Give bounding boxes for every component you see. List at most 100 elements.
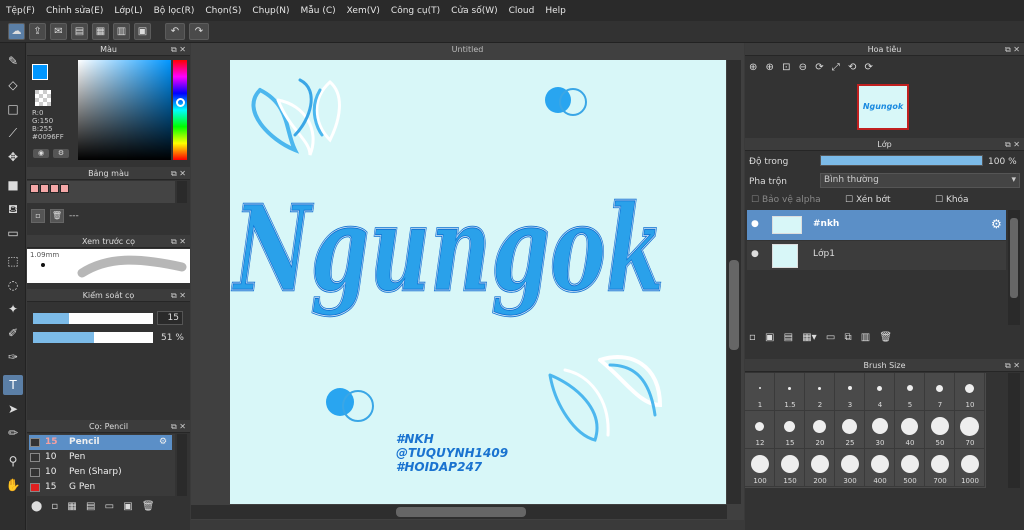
note-icon[interactable]: ▤ [71,23,88,40]
lock-checkbox[interactable]: ☐ Khóa [935,195,969,205]
brush-size-cell[interactable]: 400 [865,449,895,487]
cloud-icon[interactable]: ☁ [8,23,25,40]
select-tool-icon[interactable]: ⬚ [3,251,23,271]
brush-item-g-pen[interactable]: 15 G Pen [29,480,172,495]
blend-mode-select[interactable]: Bình thường ▾ [820,173,1020,188]
layer-opacity-slider[interactable] [820,155,983,166]
eye-icon[interactable]: ● [751,219,759,229]
operation-tool-icon[interactable]: ➤ [3,399,23,419]
select-pen-icon[interactable]: ✐ [3,323,23,343]
menu-file[interactable]: Tệp(F) [6,6,35,16]
palette-swatch[interactable] [30,184,39,193]
gradient-tool-icon[interactable]: ▭ [3,223,23,243]
brush-size-cell[interactable]: 5 [895,373,925,411]
brush-size-cell[interactable]: 1000 [955,449,985,487]
h-scroll-thumb[interactable] [396,507,526,517]
menu-cloud[interactable]: Cloud [509,6,535,16]
menu-capture[interactable]: Chụp(N) [252,6,289,16]
brush-size-cell[interactable]: 150 [775,449,805,487]
layer-scrollbar[interactable] [1008,210,1020,325]
palette-scrollbar[interactable] [177,181,187,203]
panel-close-icon[interactable]: ⧉ ✕ [1005,359,1020,372]
menu-edit[interactable]: Chỉnh sửa(E) [46,6,103,16]
brush-list-scrollbar[interactable] [177,434,187,496]
brush-size-cell[interactable]: 50 [925,411,955,449]
magic-wand-icon[interactable]: ✦ [3,299,23,319]
palette-swatch[interactable] [50,184,59,193]
clipping-checkbox[interactable]: ☐ Xén bớt [845,195,891,205]
panel-close-icon[interactable]: ⧉ ✕ [171,167,186,180]
size-slider[interactable] [33,313,153,324]
rect-tool-icon[interactable]: □ [3,99,23,119]
brush-size-cell[interactable]: 25 [835,411,865,449]
menu-help[interactable]: Help [545,6,566,16]
brush-size-cell[interactable]: 15 [775,411,805,449]
brush-size-cell[interactable]: 500 [895,449,925,487]
gear-icon[interactable]: ⚙ [991,217,1002,231]
chat-icon[interactable]: ✉ [50,23,67,40]
brush-size-cell[interactable]: 20 [805,411,835,449]
brush-size-cell[interactable]: 2 [805,373,835,411]
hue-handle[interactable] [176,98,185,107]
hue-slider[interactable] [173,60,187,160]
panel-close-icon[interactable]: ⧉ ✕ [171,289,186,302]
color-mode-button[interactable]: ◉ [33,149,49,158]
menu-layer[interactable]: Lớp(L) [114,6,142,16]
color-sv-picker[interactable] [78,60,171,160]
redo-icon[interactable]: ↷ [189,23,209,40]
menu-template[interactable]: Mẫu (C) [301,6,336,16]
panel-close-icon[interactable]: ⧉ ✕ [171,420,186,433]
layer-scroll-thumb[interactable] [1010,218,1018,298]
panel-icon[interactable]: ▦ [92,23,109,40]
delete-palette-icon[interactable]: 🗑 [50,209,64,223]
hand-tool-icon[interactable]: ✋ [3,475,23,495]
opacity-slider[interactable] [33,332,153,343]
layer-toolbar[interactable]: ▫ ▣ ▤ ▦▾ ▭ ⧉ ▥ 🗑 [749,332,892,343]
brush-size-cell[interactable]: 3 [835,373,865,411]
menu-filter[interactable]: Bộ lọc(R) [154,6,195,16]
brush-size-cell[interactable]: 40 [895,411,925,449]
brush-size-cell[interactable]: 300 [835,449,865,487]
text-tool-icon[interactable]: T [3,375,23,395]
brush-size-cell[interactable]: 10 [955,373,985,411]
brush-item-pencil[interactable]: 15 Pencil ⚙ [29,435,172,450]
eyedropper-icon[interactable]: ⚲ [3,451,23,471]
transparent-swatch[interactable] [35,90,51,106]
layer-row-lop1[interactable]: ● Lớp1 [747,241,1006,270]
palette-swatch[interactable] [60,184,69,193]
brush-size-cell[interactable]: 200 [805,449,835,487]
brush-size-scrollbar[interactable] [1008,373,1020,488]
v-scroll-thumb[interactable] [729,260,739,350]
brush-size-cell[interactable]: 12 [745,411,775,449]
navigator-thumbnail[interactable]: Ngungok [857,84,909,130]
brush-size-cell[interactable]: 30 [865,411,895,449]
canvas-v-scrollbar[interactable] [727,60,741,504]
fill-rect-tool-icon[interactable]: ■ [3,175,23,195]
layout-icon[interactable]: ▣ [134,23,151,40]
menu-window[interactable]: Cửa số(W) [451,6,497,16]
protect-alpha-checkbox[interactable]: ☐ Bảo vệ alpha [751,195,821,205]
brush-size-cell[interactable]: 700 [925,449,955,487]
undo-icon[interactable]: ↶ [165,23,185,40]
brush-list-toolbar[interactable]: ⬤ ▫ ▦ ▤ ▭ ▣ 🗑 [31,501,155,512]
nav-toolbar[interactable]: ⊕ ⊕ ⊡ ⊖ ⟳ ⤢ ⟲ ⟳ [749,62,873,73]
brush-tool-icon[interactable]: ✎ [3,51,23,71]
share-icon[interactable]: ⇪ [29,23,46,40]
menu-view[interactable]: Xem(V) [347,6,380,16]
brush-size-cell[interactable]: 100 [745,449,775,487]
bucket-tool-icon[interactable]: ⛾ [3,199,23,219]
layer-row-nkh[interactable]: ● #nkh ⚙ [747,210,1006,240]
size-value-input[interactable]: 15 [157,311,183,325]
line-tool-icon[interactable]: ⟋ [3,123,23,143]
new-palette-icon[interactable]: ▫ [31,209,45,223]
menu-select[interactable]: Chọn(S) [205,6,241,16]
eraser-tool-icon[interactable]: ◇ [3,75,23,95]
brush-item-pen[interactable]: 10 Pen [29,450,172,465]
panel-close-icon[interactable]: ⧉ ✕ [171,235,186,248]
canvas-h-scrollbar[interactable] [191,505,727,519]
select-eraser-icon[interactable]: ✑ [3,347,23,367]
canvas[interactable]: Ngungok Ngungok #NKH @TUQUYNH1409 #HOIDA… [230,60,726,504]
color-settings-button[interactable]: ⚙ [53,149,69,158]
panel-close-icon[interactable]: ⧉ ✕ [171,43,186,56]
gear-icon[interactable]: ⚙ [159,435,167,450]
